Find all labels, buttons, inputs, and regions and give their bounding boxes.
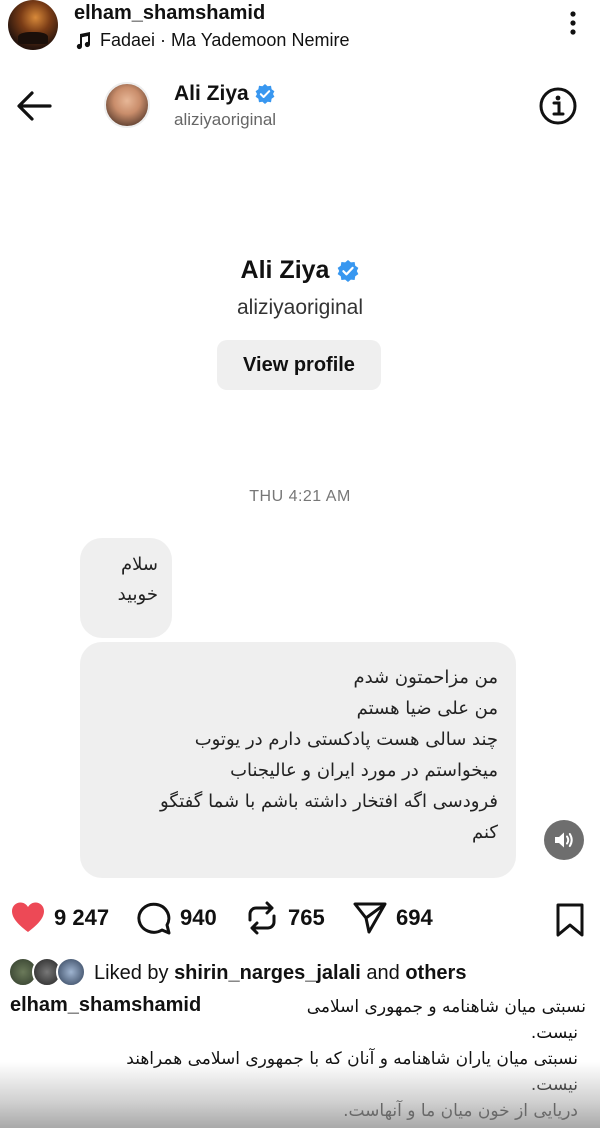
share-count: 694 [396,905,433,930]
more-icon[interactable] [558,8,588,38]
share-icon [353,902,387,934]
post-username[interactable]: elham_shamshamid [74,2,265,25]
audio-title: Fadaei · Ma Yademoon Nemire [100,30,350,50]
repost-count: 765 [288,905,325,930]
message-line: سلام [121,554,158,575]
dm-avatar[interactable] [104,82,150,128]
back-icon[interactable] [14,88,54,124]
message-line: من علی ضیا هستم [356,698,498,719]
dm-screenshot: Ali Ziya aliziyaoriginal Ali Ziya aliziy… [0,66,600,896]
message-bubble[interactable]: من مزاحمتون شدم من علی ضیا هستم چند سالی… [80,642,516,878]
message-line: من مزاحمتون شدم [353,667,498,688]
message-line: میخواستم در مورد ایران و عالیجناب [230,760,498,781]
avatar [56,957,86,987]
dm-name[interactable]: Ali Ziya [174,82,249,106]
profile-name-row: Ali Ziya [0,256,600,285]
caption-line: نیست. [530,1023,578,1043]
audio-toggle-button[interactable] [544,820,584,860]
message-line: خوبید [117,584,158,605]
dm-name-row: Ali Ziya [174,82,275,106]
speaker-icon [555,832,573,848]
comment-icon [137,902,171,935]
verified-icon [255,84,275,104]
liked-by-prefix: Liked by [94,961,169,984]
dm-handle: aliziyaoriginal [174,110,277,129]
repost-icon [248,901,276,935]
liked-by-user[interactable]: shirin_narges_jalali [174,962,361,984]
message-line: چند سالی هست پادکستی دارم در یوتوب [194,729,498,750]
liked-by-and: and [366,961,400,984]
message-bubble[interactable]: سلام خوبید [80,538,172,638]
post-audio[interactable]: Fadaei · Ma Yademoon Nemire [74,30,349,51]
bookmark-icon[interactable] [554,902,586,938]
liked-by-row[interactable]: Liked by shirin_narges_jalali and others [0,956,600,990]
music-icon [76,31,91,49]
profile-handle: aliziyaoriginal [236,296,364,319]
caption-username[interactable]: elham_shamshamid [10,992,201,1018]
profile-name: Ali Ziya [240,256,330,284]
liked-by-others[interactable]: others [405,962,466,984]
caption-line: نسبتی میان یاران شاهنامه و آنان که با جم… [126,1049,578,1069]
message-line: فرودسی اگه افتخار داشته باشم با شما گفتگ… [160,791,498,812]
share-button[interactable]: 694 [352,900,433,936]
dm-topbar: Ali Ziya aliziyaoriginal [0,66,600,150]
message-timestamp: THU 4:21 AM [249,488,351,505]
info-icon[interactable] [538,86,578,126]
caption-line: نیست. [530,1075,578,1095]
like-count: 9 247 [54,905,110,930]
liked-by-avatars [8,957,94,989]
comment-button[interactable]: 940 [136,900,217,936]
post-author-avatar[interactable] [8,0,58,50]
post-header: elham_shamshamid Fadaei · Ma Yademoon Ne… [0,0,600,62]
comment-count: 940 [180,905,217,930]
heart-icon [12,902,44,932]
liked-by-text: Liked by shirin_narges_jalali and others [94,962,466,985]
view-profile-button[interactable]: View profile [217,340,381,390]
repost-button[interactable]: 765 [244,900,325,936]
caption-line: دریایی از خون میان ما و آنهاست. [343,1101,578,1121]
message-line: کنم [472,822,498,843]
post-actions: 9 247 940 765 694 [0,896,600,946]
verified-icon [338,259,359,282]
caption-line: نسبتی میان شاهنامه و جمهوری اسلامی [306,997,586,1017]
like-button[interactable]: 9 247 [10,900,109,936]
